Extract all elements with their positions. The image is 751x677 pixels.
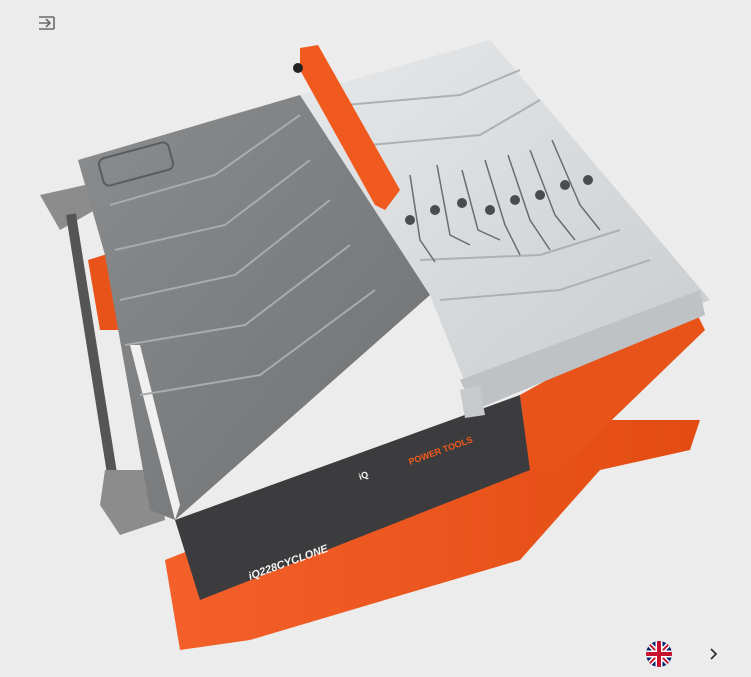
expand-panel-button[interactable] <box>36 12 58 34</box>
3d-model-viewer[interactable]: iQ228CYCLONE POWER TOOLS iQ <box>0 0 751 677</box>
tile-saw-model[interactable]: iQ228CYCLONE POWER TOOLS iQ <box>0 0 751 677</box>
chevron-right-icon[interactable] <box>706 647 720 661</box>
expand-panel-icon <box>39 16 55 30</box>
language-switch[interactable] <box>646 640 726 668</box>
uk-flag-icon <box>646 641 672 667</box>
